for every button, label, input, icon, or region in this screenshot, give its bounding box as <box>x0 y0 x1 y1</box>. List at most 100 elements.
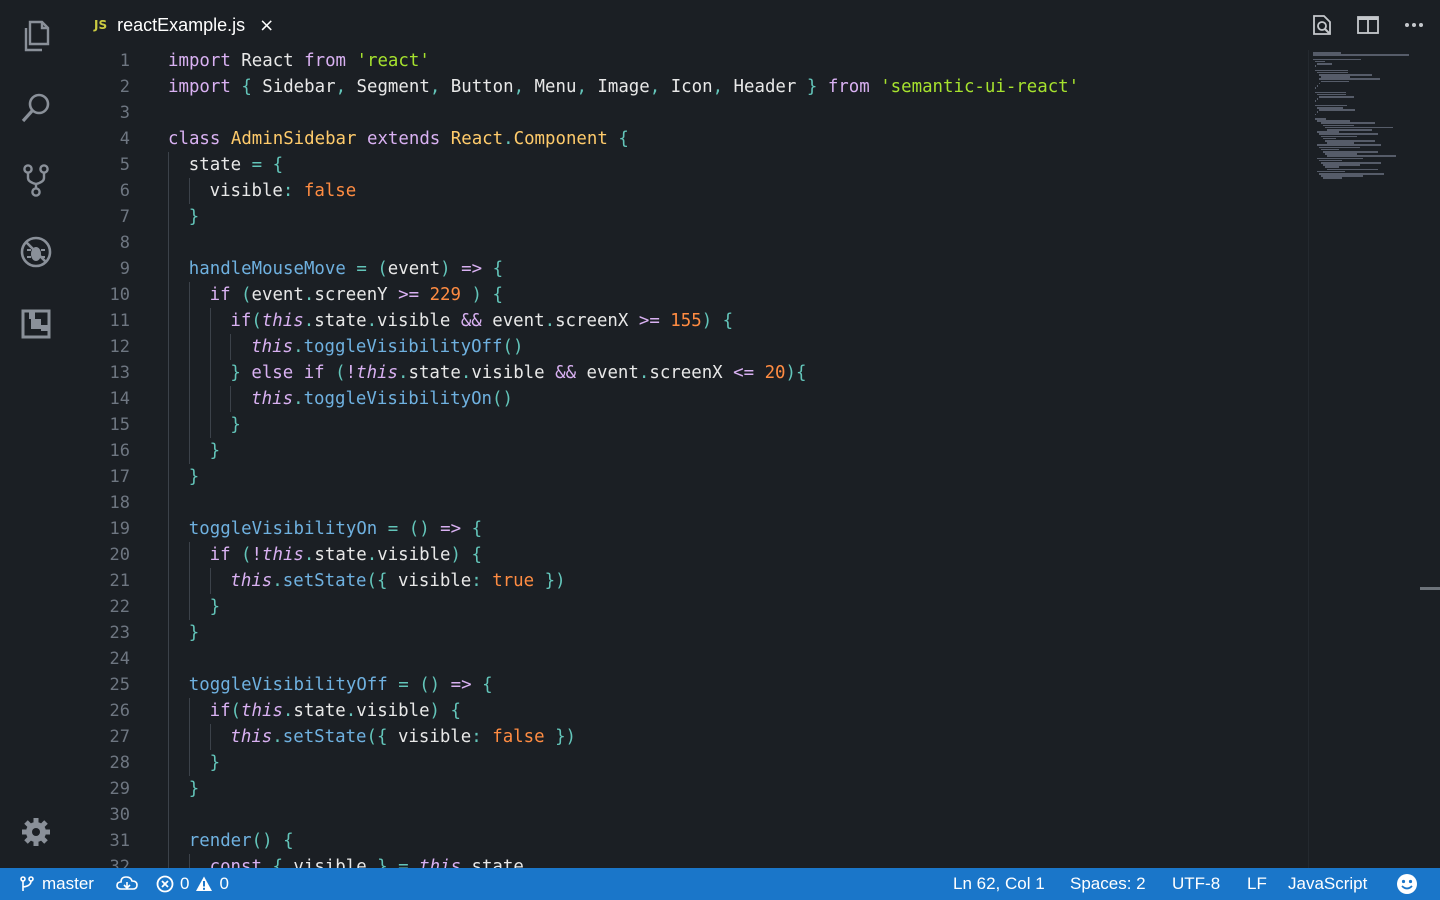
minimap-line <box>1313 54 1409 56</box>
code-line[interactable]: 30 <box>72 802 1308 828</box>
language-mode-selector[interactable]: JavaScript <box>1288 868 1367 900</box>
code-line[interactable]: 15} <box>72 412 1308 438</box>
code-line[interactable]: 13} else if (!this.state.visible && even… <box>72 360 1308 386</box>
code-line[interactable]: 19 toggleVisibilityOn = () => { <box>72 516 1308 542</box>
indent-guide <box>188 386 190 412</box>
branch-indicator[interactable]: master <box>18 868 94 900</box>
indent-guide <box>168 204 169 230</box>
cursor-position[interactable]: Ln 62, Col 1 <box>953 868 1045 900</box>
code-line[interactable]: 1 import React from 'react' <box>72 50 1308 74</box>
code-line[interactable]: 10 if (event.screenY >= 229 ) { <box>72 282 1308 308</box>
code-text: this.setState({ visible: true }) <box>230 571 566 591</box>
indent-guide <box>168 776 169 802</box>
line-number: 5 <box>119 155 130 175</box>
code-line[interactable]: 4 class AdminSidebar extends React.Compon… <box>72 126 1308 152</box>
code-line[interactable]: 18 <box>72 490 1308 516</box>
more-actions-button[interactable] <box>1398 10 1430 40</box>
js-file-icon: JS <box>94 18 108 32</box>
code-text: if (event.screenY >= 229 ) { <box>209 285 503 305</box>
split-editor-icon <box>1357 16 1379 34</box>
line-number: 14 <box>109 389 130 409</box>
split-editor-button[interactable] <box>1352 10 1384 40</box>
indentation-selector[interactable]: Spaces: 2 <box>1070 868 1146 900</box>
indent-guide <box>168 256 169 282</box>
code-line[interactable]: 31 render() { <box>72 828 1308 854</box>
code-line[interactable]: 6 visible: false <box>72 178 1308 204</box>
feedback-button[interactable] <box>1396 868 1418 900</box>
code-text: state = { <box>188 155 284 175</box>
line-number: 16 <box>109 441 130 461</box>
branch-name: master <box>42 874 94 893</box>
encoding-selector[interactable]: UTF-8 <box>1172 868 1220 900</box>
problems-indicator[interactable]: 0 0 <box>156 868 229 900</box>
code-line[interactable]: 7} <box>72 204 1308 230</box>
code-text: import React from 'react' <box>168 51 430 71</box>
code-line[interactable]: 27 this.setState({ visible: false }) <box>72 724 1308 750</box>
open-preview-button[interactable] <box>1306 10 1338 40</box>
indent-guide <box>168 152 169 178</box>
extensions-button[interactable] <box>14 302 58 346</box>
line-number: 18 <box>109 493 130 513</box>
minimap[interactable] <box>1308 50 1420 868</box>
language-label: JavaScript <box>1288 874 1368 893</box>
code-text: class AdminSidebar extends React.Compone… <box>168 129 629 149</box>
line-number: 4 <box>119 129 130 149</box>
close-tab-button[interactable]: × <box>259 15 274 36</box>
code-line[interactable]: 20 if (!this.state.visible) { <box>72 542 1308 568</box>
indent-guide <box>168 178 169 204</box>
code-line[interactable]: 25 toggleVisibilityOff = () => { <box>72 672 1308 698</box>
indent-guide <box>188 750 190 776</box>
indent-guide <box>209 386 211 412</box>
code-editor[interactable]: 1 import React from 'react' 2 import { Side… <box>72 50 1308 868</box>
code-line[interactable]: 24 <box>72 646 1308 672</box>
code-line[interactable]: 29} <box>72 776 1308 802</box>
explorer-button[interactable] <box>14 14 58 58</box>
indent-guide <box>168 334 169 360</box>
code-line[interactable]: 2 import { Sidebar, Segment, Button, Menu… <box>72 74 1308 100</box>
code-line[interactable]: 17} <box>72 464 1308 490</box>
debug-button[interactable] <box>14 230 58 274</box>
code-line[interactable]: 8 <box>72 230 1308 256</box>
indent-guide <box>168 516 169 542</box>
vertical-scrollbar[interactable] <box>1420 50 1440 868</box>
code-line[interactable]: 23} <box>72 620 1308 646</box>
settings-button[interactable] <box>14 810 58 854</box>
code-line[interactable]: 9 handleMouseMove = (event) => { <box>72 256 1308 282</box>
minimap-line <box>1317 98 1319 100</box>
code-line[interactable]: 5 state = { <box>72 152 1308 178</box>
code-line[interactable]: 11 if(this.state.visible && event.screenX… <box>72 308 1308 334</box>
search-button[interactable] <box>14 86 58 130</box>
tab-reactexample-js[interactable]: JS reactExample.js × <box>76 0 306 50</box>
minimap-line <box>1323 177 1342 179</box>
line-number: 7 <box>119 207 130 227</box>
minimap-line <box>1315 113 1317 116</box>
code-line[interactable]: 3 <box>72 100 1308 126</box>
code-line[interactable]: 26 if(this.state.visible) { <box>72 698 1308 724</box>
line-number: 20 <box>109 545 130 565</box>
indent-guide <box>168 620 169 646</box>
source-control-button[interactable] <box>14 158 58 202</box>
code-line[interactable]: 32 const { visible } = this.state <box>72 854 1308 868</box>
line-number: 3 <box>119 103 130 123</box>
indent-guide <box>209 360 211 386</box>
eol-selector[interactable]: LF <box>1247 868 1267 900</box>
code-text: if(this.state.visible) { <box>209 701 461 721</box>
gear-icon <box>22 818 50 846</box>
code-text: } <box>188 207 200 227</box>
code-line[interactable]: 12 this.toggleVisibilityOff() <box>72 334 1308 360</box>
code-line[interactable]: 28} <box>72 750 1308 776</box>
code-line[interactable]: 14 this.toggleVisibilityOn() <box>72 386 1308 412</box>
indent-guide <box>168 282 169 308</box>
code-line[interactable]: 22} <box>72 594 1308 620</box>
cursor-position-label: Ln 62, Col 1 <box>953 874 1045 893</box>
indent-guide <box>168 360 169 386</box>
line-number: 27 <box>109 727 130 747</box>
indent-guide <box>188 542 190 568</box>
indent-guide <box>168 594 169 620</box>
code-line[interactable]: 16} <box>72 438 1308 464</box>
indent-guide <box>168 828 169 854</box>
code-text: render() { <box>188 831 294 851</box>
sync-button[interactable] <box>116 868 138 900</box>
code-line[interactable]: 21 this.setState({ visible: true }) <box>72 568 1308 594</box>
minimap-line <box>1315 100 1317 102</box>
